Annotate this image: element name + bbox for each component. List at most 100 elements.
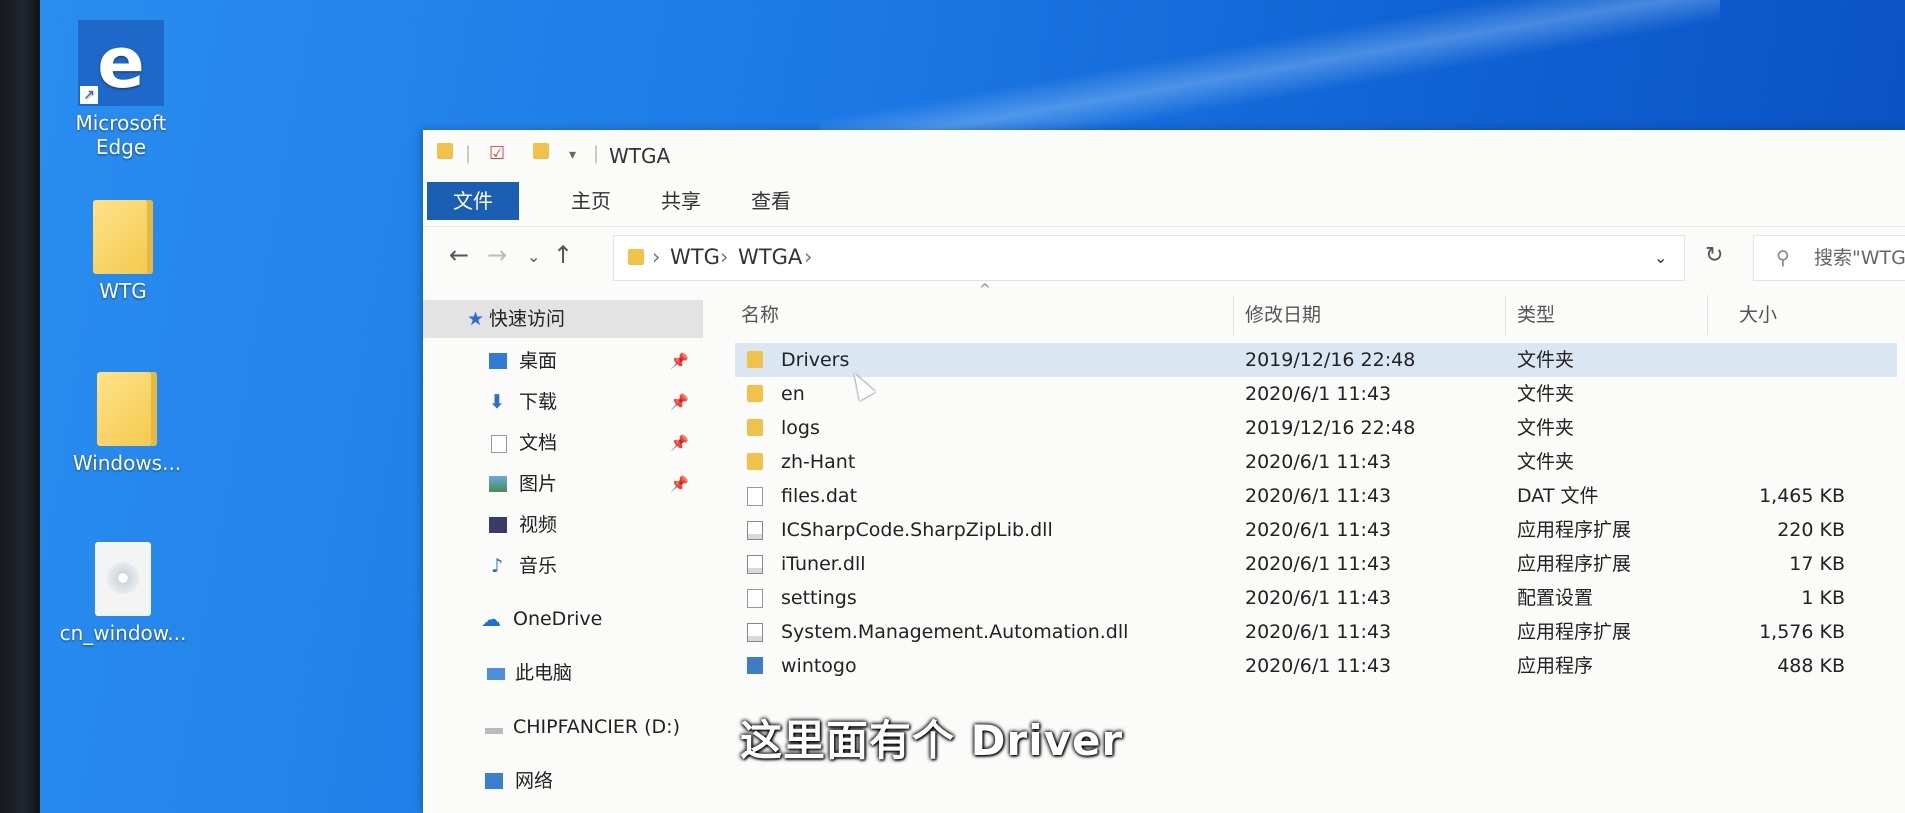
file-size: 488 KB: [1777, 655, 1845, 677]
nav-label: 图片: [519, 473, 558, 495]
tab-home[interactable]: 主页: [545, 182, 637, 220]
file-type: 文件夹: [1517, 451, 1575, 473]
dll-icon: [747, 555, 763, 574]
tab-view[interactable]: 查看: [725, 182, 817, 220]
file-modified: 2019/12/16 22:48: [1245, 349, 1416, 371]
file-type: 应用程序: [1517, 655, 1594, 677]
desktop-icon-label: Edge: [95, 135, 147, 159]
address-input[interactable]: › WTG › WTGA › ⌄: [613, 235, 1685, 281]
nav-music[interactable]: ♪ 音乐: [423, 547, 703, 585]
breadcrumb-wtg[interactable]: WTG: [670, 245, 720, 269]
up-arrow-icon[interactable]: ↑: [553, 241, 573, 269]
nav-network[interactable]: 网络: [423, 762, 703, 800]
document-icon: [491, 435, 507, 453]
file-modified: 2020/6/1 11:43: [1245, 383, 1392, 405]
desktop-icon-windows[interactable]: Windows...: [62, 372, 192, 476]
file-size: 220 KB: [1777, 519, 1845, 541]
pin-icon[interactable]: 📌: [670, 465, 689, 503]
column-divider[interactable]: [1707, 295, 1708, 335]
tab-file[interactable]: 文件: [427, 182, 519, 220]
search-input[interactable]: ⚲ 搜索"WTG: [1753, 235, 1905, 281]
file-type: 应用程序扩展: [1517, 519, 1632, 541]
nav-pictures[interactable]: 图片 📌: [423, 465, 703, 503]
nav-this-pc[interactable]: 此电脑: [423, 654, 703, 692]
file-size: 1 KB: [1801, 587, 1845, 609]
file-size: 1,576 KB: [1759, 621, 1845, 643]
disc-image-icon: [95, 542, 151, 616]
refresh-icon[interactable]: ↻: [1705, 243, 1723, 268]
file-row[interactable]: zh-Hant 2020/6/1 11:43 文件夹: [735, 445, 1897, 479]
column-header-size[interactable]: 大小: [1739, 295, 1777, 335]
file-name: zh-Hant: [781, 451, 856, 473]
file-size: 17 KB: [1789, 553, 1845, 575]
file-row[interactable]: logs 2019/12/16 22:48 文件夹: [735, 411, 1897, 445]
pin-icon[interactable]: 📌: [670, 342, 689, 380]
file-row[interactable]: wintogo 2020/6/1 11:43 应用程序 488 KB: [735, 649, 1897, 683]
pin-icon[interactable]: 📌: [670, 383, 689, 421]
new-folder-icon[interactable]: [533, 143, 549, 164]
nav-videos[interactable]: 视频: [423, 506, 703, 544]
desktop-icon: [489, 353, 507, 369]
desktop-icon-label: cn_window...: [59, 621, 187, 645]
desktop-icon-label: Microsoft: [75, 111, 167, 135]
nav-onedrive[interactable]: ☁ OneDrive: [423, 600, 703, 638]
recent-locations-icon[interactable]: ⌄: [527, 247, 540, 266]
desktop-icon-label: Windows...: [72, 451, 182, 475]
desktop-icon-wtg[interactable]: WTG: [58, 200, 188, 304]
nav-documents[interactable]: 文档 📌: [423, 424, 703, 462]
wallpaper-light-streak: [820, 0, 1720, 140]
nav-downloads[interactable]: ⬇ 下载 📌: [423, 383, 703, 421]
nav-drive-d[interactable]: CHIPFANCIER (D:): [423, 708, 703, 746]
file-row[interactable]: iTuner.dll 2020/6/1 11:43 应用程序扩展 17 KB: [735, 547, 1897, 581]
back-arrow-icon[interactable]: ←: [449, 241, 469, 269]
folder-icon: [93, 200, 153, 274]
forward-arrow-icon[interactable]: →: [487, 241, 507, 269]
chevron-down-icon[interactable]: ▾: [569, 147, 576, 163]
pin-icon[interactable]: 📌: [670, 424, 689, 462]
computer-icon: [487, 668, 505, 680]
tab-share[interactable]: 共享: [635, 182, 727, 220]
address-bar-row: ← → ⌄ ↑ › WTG › WTGA › ⌄ ↻ ⚲ 搜索"WTG: [423, 226, 1905, 287]
folder-icon: [747, 385, 763, 402]
file-row[interactable]: files.dat 2020/6/1 11:43 DAT 文件 1,465 KB: [735, 479, 1897, 513]
file-size: 1,465 KB: [1759, 485, 1845, 507]
chevron-down-icon[interactable]: ⌄: [1654, 248, 1667, 267]
cloud-icon: ☁: [481, 607, 501, 631]
ribbon-tabs: 文件 主页 共享 查看: [423, 182, 1905, 220]
settings-file-icon: [747, 589, 763, 608]
column-header-type[interactable]: 类型: [1517, 295, 1555, 335]
dll-icon: [747, 623, 763, 642]
column-divider[interactable]: [1233, 295, 1234, 335]
nav-label: 音乐: [519, 555, 558, 577]
file-explorer-window[interactable]: | ☑ ▾ | WTGA 文件 主页 共享 查看 ← → ⌄ ↑ › WTG ›…: [423, 130, 1905, 813]
file-row[interactable]: ICSharpCode.SharpZipLib.dll 2020/6/1 11:…: [735, 513, 1897, 547]
video-subtitle: 这里面有个 Driver: [740, 716, 1124, 765]
file-name: files.dat: [781, 485, 858, 507]
column-header-name[interactable]: 名称: [741, 295, 779, 335]
network-icon: [485, 773, 503, 789]
file-row[interactable]: System.Management.Automation.dll 2020/6/…: [735, 615, 1897, 649]
file-modified: 2019/12/16 22:48: [1245, 417, 1416, 439]
file-row[interactable]: settings 2020/6/1 11:43 配置设置 1 KB: [735, 581, 1897, 615]
star-icon: ★: [467, 308, 485, 330]
file-type: 应用程序扩展: [1517, 621, 1632, 643]
folder-icon: [97, 372, 157, 446]
breadcrumb-wtga[interactable]: WTGA: [738, 245, 802, 269]
desktop-icon-cn-windows[interactable]: cn_window...: [58, 542, 188, 646]
file-name: iTuner.dll: [781, 553, 866, 575]
file-row[interactable]: en 2020/6/1 11:43 文件夹: [735, 377, 1897, 411]
nav-label: 下载: [519, 391, 558, 413]
desktop-icon-edge[interactable]: e ↗ Microsoft Edge: [56, 20, 186, 160]
column-header-modified[interactable]: 修改日期: [1245, 295, 1321, 335]
file-modified: 2020/6/1 11:43: [1245, 621, 1392, 643]
nav-quick-access[interactable]: ★ 快速访问: [423, 300, 703, 338]
column-divider[interactable]: [1505, 295, 1506, 335]
file-row[interactable]: Drivers 2019/12/16 22:48 文件夹: [735, 343, 1897, 377]
properties-icon[interactable]: ☑: [489, 143, 505, 164]
chevron-right-icon: ›: [720, 245, 729, 269]
file-name: Drivers: [781, 349, 850, 371]
monitor-bezel: [0, 0, 40, 813]
application-icon: [747, 657, 763, 674]
nav-desktop[interactable]: 桌面 📌: [423, 342, 703, 380]
file-name: System.Management.Automation.dll: [781, 621, 1129, 643]
